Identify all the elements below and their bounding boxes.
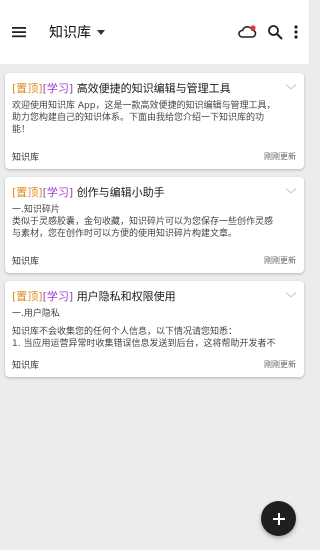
- preview-line: 知识库不会收集您的任何个人信息，以下情况请您知悉：: [12, 327, 238, 337]
- note-card[interactable]: [置顶][学习] 高效便捷的知识编辑与管理工具 欢迎使用知识库 App，这是一款…: [5, 73, 304, 169]
- plus-icon: [272, 512, 285, 525]
- note-preview: 一.知识碎片 类似于灵感胶囊，金句收藏，知识碎片可以为您保存一些创作灵感 与素材…: [12, 204, 296, 240]
- kb-name: 知识库: [12, 257, 40, 267]
- menu-icon: [12, 27, 26, 38]
- note-title: [置顶][学习] 创作与编辑小助手: [12, 185, 296, 201]
- note-title-text: 创作与编辑小助手: [76, 186, 165, 199]
- pinned-tag: [置顶]: [12, 290, 43, 303]
- pinned-tag: [置顶]: [12, 82, 43, 95]
- kb-selector[interactable]: 知识库: [49, 22, 105, 42]
- chevron-down-icon[interactable]: [285, 83, 297, 91]
- preview-line: 与素材，您在创作时可以方便的使用知识碎片构建文章。: [12, 229, 238, 239]
- note-card[interactable]: [置顶][学习] 用户隐私和权限使用 一.用户隐私 知识库不会收集您的任何个人信…: [5, 281, 304, 377]
- more-button[interactable]: [293, 24, 299, 40]
- pinned-tag: [置顶]: [12, 186, 43, 199]
- updated-time: 刚刚更新: [264, 152, 296, 161]
- chevron-down-icon[interactable]: [285, 291, 297, 299]
- note-preview: 一.用户隐私 知识库不会收集您的任何个人信息，以下情况请您知悉： 1. 当应用运…: [12, 308, 296, 356]
- preview-line: 助力您构建自己的知识体系。下面由我给您介绍一下知识库的功: [12, 113, 265, 123]
- add-note-button[interactable]: [261, 501, 296, 536]
- note-title: [置顶][学习] 用户隐私和权限使用: [12, 289, 296, 305]
- preview-line: 类似于灵感胶囊，金句收藏，知识碎片可以为您保存一些创作灵感: [12, 217, 274, 227]
- sync-button[interactable]: [237, 24, 257, 40]
- updated-time: 刚刚更新: [264, 256, 296, 265]
- menu-button[interactable]: [10, 23, 28, 41]
- kb-name: 知识库: [12, 153, 40, 163]
- category-tag: [学习]: [42, 290, 74, 303]
- note-title-text: 高效便捷的知识编辑与管理工具: [76, 82, 231, 95]
- cloud-sync-icon: [238, 25, 257, 38]
- search-icon: [268, 25, 283, 40]
- kb-name: 知识库: [12, 361, 40, 371]
- appbar-actions: [237, 24, 299, 40]
- note-footer: 知识库 刚刚更新: [12, 150, 296, 163]
- category-tag: [学习]: [42, 186, 74, 199]
- preview-line: 能！: [12, 125, 31, 135]
- preview-line: 一.用户隐私: [12, 309, 60, 319]
- search-button[interactable]: [267, 24, 283, 40]
- note-footer: 知识库 刚刚更新: [12, 358, 296, 371]
- category-tag: [学习]: [42, 82, 74, 95]
- preview-line: 欢迎使用知识库 App，这是一款高效便捷的知识编辑与管理工具，: [12, 101, 276, 111]
- page-title: 知识库: [49, 25, 91, 41]
- note-preview: 欢迎使用知识库 App，这是一款高效便捷的知识编辑与管理工具， 助力您构建自己的…: [12, 100, 296, 136]
- note-title: [置顶][学习] 高效便捷的知识编辑与管理工具: [12, 81, 296, 97]
- chevron-down-icon: [97, 29, 105, 35]
- note-title-text: 用户隐私和权限使用: [76, 290, 176, 303]
- updated-time: 刚刚更新: [264, 360, 296, 369]
- note-footer: 知识库 刚刚更新: [12, 254, 296, 267]
- app-bar: 知识库: [0, 0, 309, 64]
- preview-line: 1. 当应用运营异常时收集错误信息发送到后台，这将帮助开发者不: [12, 339, 276, 349]
- chevron-down-icon[interactable]: [285, 187, 297, 195]
- preview-line: 一.知识碎片: [12, 205, 60, 215]
- more-vert-icon: [294, 25, 298, 39]
- note-card[interactable]: [置顶][学习] 创作与编辑小助手 一.知识碎片 类似于灵感胶囊，金句收藏，知识…: [5, 177, 304, 273]
